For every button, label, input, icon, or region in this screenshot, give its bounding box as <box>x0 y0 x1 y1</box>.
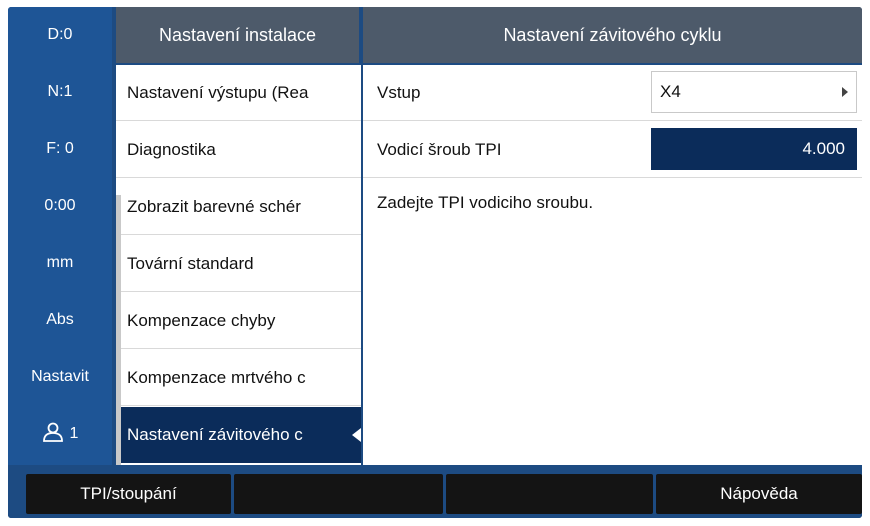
abs-status[interactable]: Abs <box>8 292 112 348</box>
setup-status[interactable]: Nastavit <box>8 349 112 405</box>
menu-item-output-setup[interactable]: Nastavení výstupu (Rea <box>116 65 361 121</box>
menu-scrollbar[interactable] <box>116 195 121 465</box>
user-status[interactable]: 1 <box>8 406 112 462</box>
setup-menu: Nastavení výstupu (Rea Diagnostika Zobra… <box>116 65 361 465</box>
menu-item-backlash-compensation[interactable]: Kompenzace mrtvého c <box>116 350 361 406</box>
tool-status[interactable]: N:1 <box>8 64 112 120</box>
menu-item-factory-default[interactable]: Tovární standard <box>116 236 361 292</box>
user-number: 1 <box>69 425 79 442</box>
datum-status[interactable]: D:0 <box>8 7 112 63</box>
softkey-3[interactable] <box>446 474 653 514</box>
leadscrew-tpi-row: Vodicí šroub TPI 4.000 <box>363 122 862 178</box>
help-softkey[interactable]: Nápověda <box>656 474 862 514</box>
user-icon <box>42 422 64 447</box>
input-row: Vstup X4 <box>363 65 862 121</box>
softkey-2[interactable] <box>234 474 443 514</box>
unit-status[interactable]: mm <box>8 235 112 291</box>
menu-item-diagnostics[interactable]: Diagnostika <box>116 122 361 178</box>
dro-screen: D:0 N:1 F: 0 0:00 mm Abs Nastavit 1 Nast… <box>8 7 862 518</box>
leadscrew-tpi-field[interactable]: 4.000 <box>651 128 857 170</box>
softkey-bar: TPI/stoupání Nápověda <box>8 468 862 518</box>
selected-arrow-icon <box>352 428 361 442</box>
timer-status[interactable]: 0:00 <box>8 178 112 234</box>
menu-item-thread-cycle[interactable]: Nastavení závitového c <box>116 407 361 463</box>
input-label: Vstup <box>377 83 421 102</box>
thread-cycle-panel: Vstup X4 Vodicí šroub TPI 4.000 Zadejte … <box>363 65 862 465</box>
help-text: Zadejte TPI vodiciho sroubu. <box>377 193 594 212</box>
tpi-pitch-softkey[interactable]: TPI/stoupání <box>26 474 231 514</box>
menu-item-color-scheme[interactable]: Zobrazit barevné schér <box>116 179 361 235</box>
input-select[interactable]: X4 <box>651 71 857 113</box>
status-column: D:0 N:1 F: 0 0:00 mm Abs Nastavit 1 <box>8 7 112 465</box>
leadscrew-tpi-label: Vodicí šroub TPI <box>377 140 502 159</box>
chevron-right-icon <box>842 87 848 97</box>
feed-status[interactable]: F: 0 <box>8 121 112 177</box>
input-select-value: X4 <box>660 82 681 101</box>
panel-title: Nastavení závitového cyklu <box>363 7 862 63</box>
menu-item-error-compensation[interactable]: Kompenzace chyby <box>116 293 361 349</box>
menu-title: Nastavení instalace <box>116 7 359 63</box>
menu-item-label: Nastavení závitového c <box>127 425 303 444</box>
